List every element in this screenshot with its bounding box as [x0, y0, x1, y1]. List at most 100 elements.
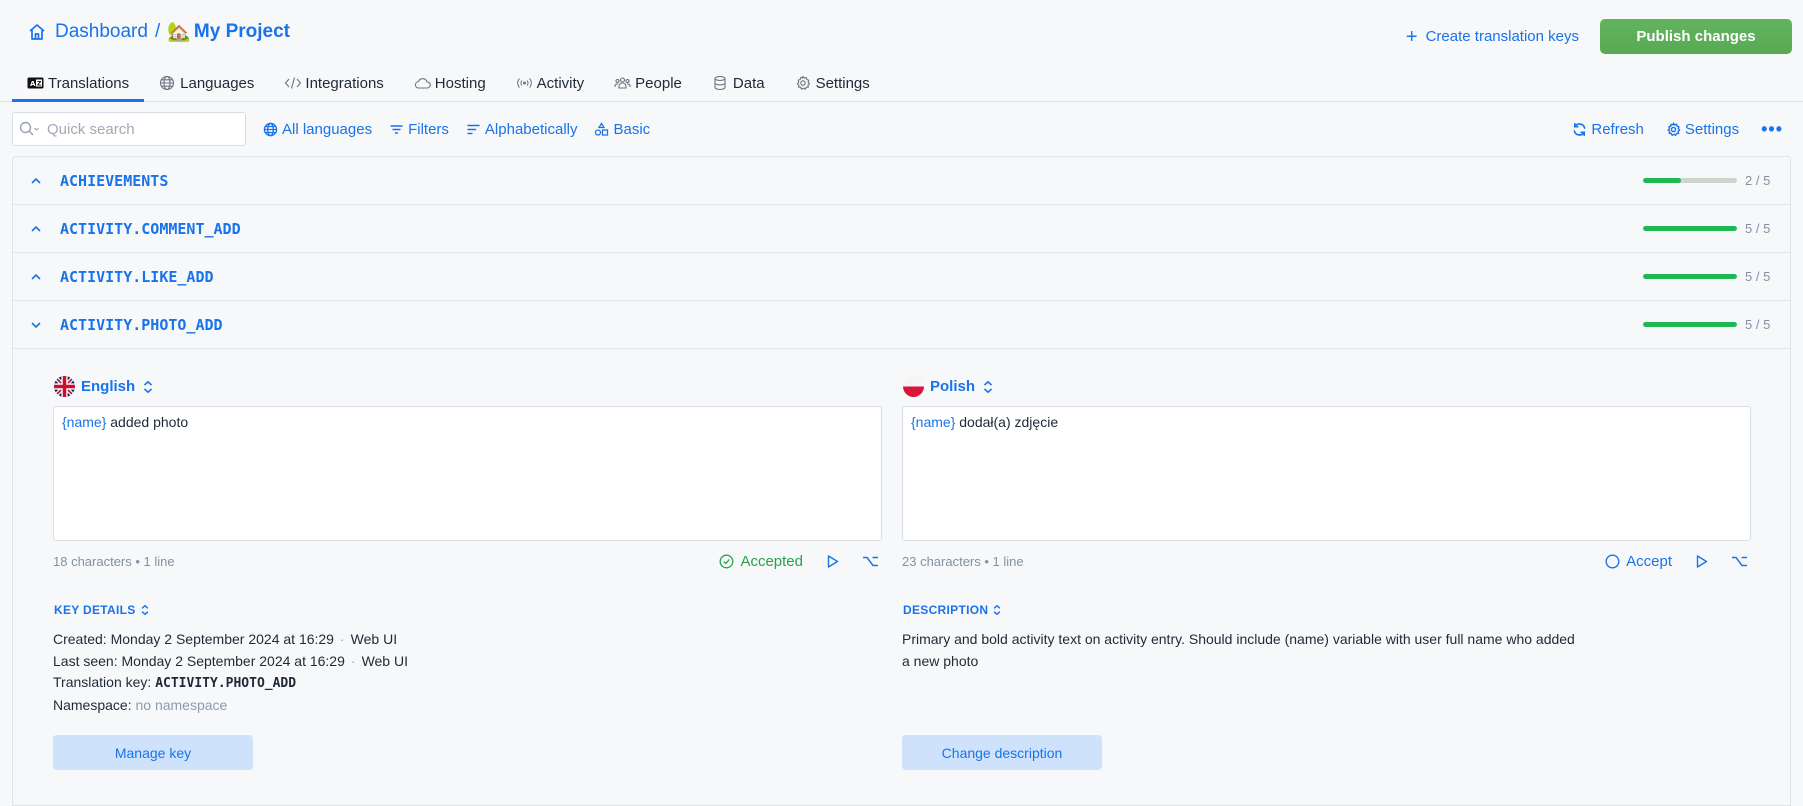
project-emoji-icon: 🏡: [167, 22, 191, 43]
tab-integrations[interactable]: Integrations: [269, 66, 398, 100]
source-char-stats: 18 characters • 1 line: [53, 554, 175, 569]
home-icon[interactable]: [27, 22, 47, 42]
key-name: ACTIVITY.LIKE_ADD: [60, 267, 214, 286]
expanded-key-details: English {name} added photo 18 characters…: [13, 349, 1790, 799]
create-translation-keys-label: Create translation keys: [1425, 28, 1579, 45]
key-row[interactable]: ACTIVITY.PHOTO_ADD 5 / 5: [13, 301, 1790, 349]
tab-activity-label: Activity: [536, 74, 585, 92]
target-translation-editor[interactable]: {name} dodał(a) zdjęcie: [902, 406, 1751, 541]
broadcast-icon: [516, 75, 532, 91]
quick-search[interactable]: [12, 112, 246, 146]
target-translation-text: dodał(a) zdjęcie: [955, 414, 1059, 430]
accepted-state-button[interactable]: Accepted: [719, 553, 803, 570]
key-row[interactable]: ACTIVITY.COMMENT_ADD 5 / 5: [13, 205, 1790, 253]
key-details: Created: Monday 2 September 2024 at 16:2…: [53, 629, 408, 716]
source-language-selector[interactable]: English: [54, 376, 154, 397]
translation-progress-bar: [1643, 226, 1737, 231]
globe-icon: [263, 122, 278, 137]
publish-changes-button[interactable]: Publish changes: [1600, 19, 1792, 54]
accept-button[interactable]: Accept: [1605, 553, 1672, 570]
translation-progress-bar: [1643, 322, 1737, 327]
refresh-label: Refresh: [1591, 120, 1644, 138]
variable-placeholder: {name}: [911, 414, 956, 430]
translations-list: ACHIEVEMENTS 2 / 5 ACTIVITY.COMMENT_ADD …: [12, 156, 1791, 806]
tab-settings[interactable]: Settings: [780, 66, 885, 100]
view-settings-button[interactable]: Settings: [1666, 121, 1739, 138]
translation-count: 5 / 5: [1745, 317, 1771, 332]
play-icon[interactable]: [1694, 554, 1709, 569]
description-toggle[interactable]: DESCRIPTION: [903, 603, 1002, 617]
last-seen-value: Monday 2 September 2024 at 16:29: [121, 652, 345, 669]
tab-settings-label: Settings: [815, 74, 870, 92]
key-row[interactable]: ACHIEVEMENTS 2 / 5: [13, 157, 1790, 205]
option-key-icon[interactable]: [862, 554, 878, 569]
tab-hosting-label: Hosting: [434, 74, 486, 92]
chevron-up-down-icon: [142, 380, 154, 394]
search-input[interactable]: [47, 120, 227, 138]
source-actions: Accepted: [719, 553, 882, 570]
plus-icon: +: [1405, 25, 1418, 48]
variable-placeholder: {name}: [62, 414, 107, 430]
source-translation-editor[interactable]: {name} added photo: [53, 406, 882, 541]
poland-flag-icon: [903, 376, 924, 397]
option-key-icon[interactable]: [1731, 554, 1747, 569]
breadcrumb-dashboard-link[interactable]: Dashboard: [55, 21, 148, 43]
breadcrumb-separator: /: [154, 21, 161, 42]
sort-icon: [466, 122, 481, 137]
code-icon: [284, 75, 302, 91]
more-options-button[interactable]: •••: [1761, 119, 1783, 140]
play-icon[interactable]: [825, 554, 840, 569]
translation-key-line: Translation key: ACTIVITY.PHOTO_ADD: [53, 672, 408, 695]
key-name: ACTIVITY.COMMENT_ADD: [60, 219, 241, 238]
circle-icon: [1605, 554, 1620, 569]
tab-languages[interactable]: Languages: [144, 66, 269, 100]
breadcrumb-project-link[interactable]: My Project: [194, 21, 290, 43]
target-language-name: Polish: [930, 378, 976, 395]
globe-icon: [159, 75, 175, 91]
tab-translations-label: Translations: [48, 74, 130, 92]
translation-count: 5 / 5: [1745, 269, 1771, 284]
filter-icon: [389, 122, 404, 137]
svg-text:Z: Z: [37, 81, 42, 88]
chevron-up-icon[interactable]: [29, 270, 43, 284]
translations-toolbar: All languages Filters Alphabetically Bas…: [12, 112, 1791, 146]
accepted-label: Accepted: [740, 553, 803, 570]
view-mode-label: Basic: [613, 120, 651, 138]
chevron-up-icon[interactable]: [29, 222, 43, 236]
svg-text:A: A: [30, 80, 36, 88]
view-mode-button[interactable]: Basic: [594, 121, 650, 138]
tab-people[interactable]: People: [599, 66, 697, 100]
target-language-selector[interactable]: Polish: [903, 376, 994, 397]
uk-flag-icon: [54, 376, 75, 397]
sort-button[interactable]: Alphabetically: [466, 121, 577, 138]
change-description-button[interactable]: Change description: [902, 735, 1102, 770]
translation-count: 2 / 5: [1745, 173, 1771, 188]
separator-dot: ·: [350, 652, 356, 669]
tab-data-label: Data: [732, 74, 765, 92]
translation-progress-bar: [1643, 274, 1737, 279]
key-details-toggle[interactable]: KEY DETAILS: [54, 603, 150, 617]
breadcrumb: Dashboard / 🏡 My Project: [27, 20, 290, 44]
target-meta-row: 23 characters • 1 line Accept: [902, 553, 1751, 570]
refresh-button[interactable]: Refresh: [1572, 121, 1644, 138]
key-row[interactable]: ACTIVITY.LIKE_ADD 5 / 5: [13, 253, 1790, 301]
search-icon: [19, 121, 41, 137]
created-source: Web UI: [350, 631, 398, 647]
description-title: DESCRIPTION: [903, 603, 989, 617]
accept-label: Accept: [1626, 553, 1672, 570]
all-languages-button[interactable]: All languages: [263, 121, 372, 138]
tab-translations[interactable]: AZ Translations: [12, 66, 145, 102]
chevron-up-down-icon: [992, 604, 1002, 616]
tab-data[interactable]: Data: [697, 66, 780, 100]
create-translation-keys-button[interactable]: + Create translation keys: [1406, 27, 1579, 47]
header-actions: + Create translation keys Publish change…: [1406, 19, 1792, 54]
tab-activity[interactable]: Activity: [501, 66, 600, 100]
tab-hosting[interactable]: Hosting: [399, 66, 501, 100]
namespace-line: Namespace: no namespace: [53, 695, 408, 717]
check-circle-icon: [719, 554, 734, 569]
chevron-up-icon[interactable]: [29, 174, 43, 188]
filters-button[interactable]: Filters: [389, 121, 449, 138]
manage-key-button[interactable]: Manage key: [53, 735, 253, 770]
cloud-icon: [414, 75, 431, 91]
chevron-down-icon[interactable]: [29, 318, 43, 332]
